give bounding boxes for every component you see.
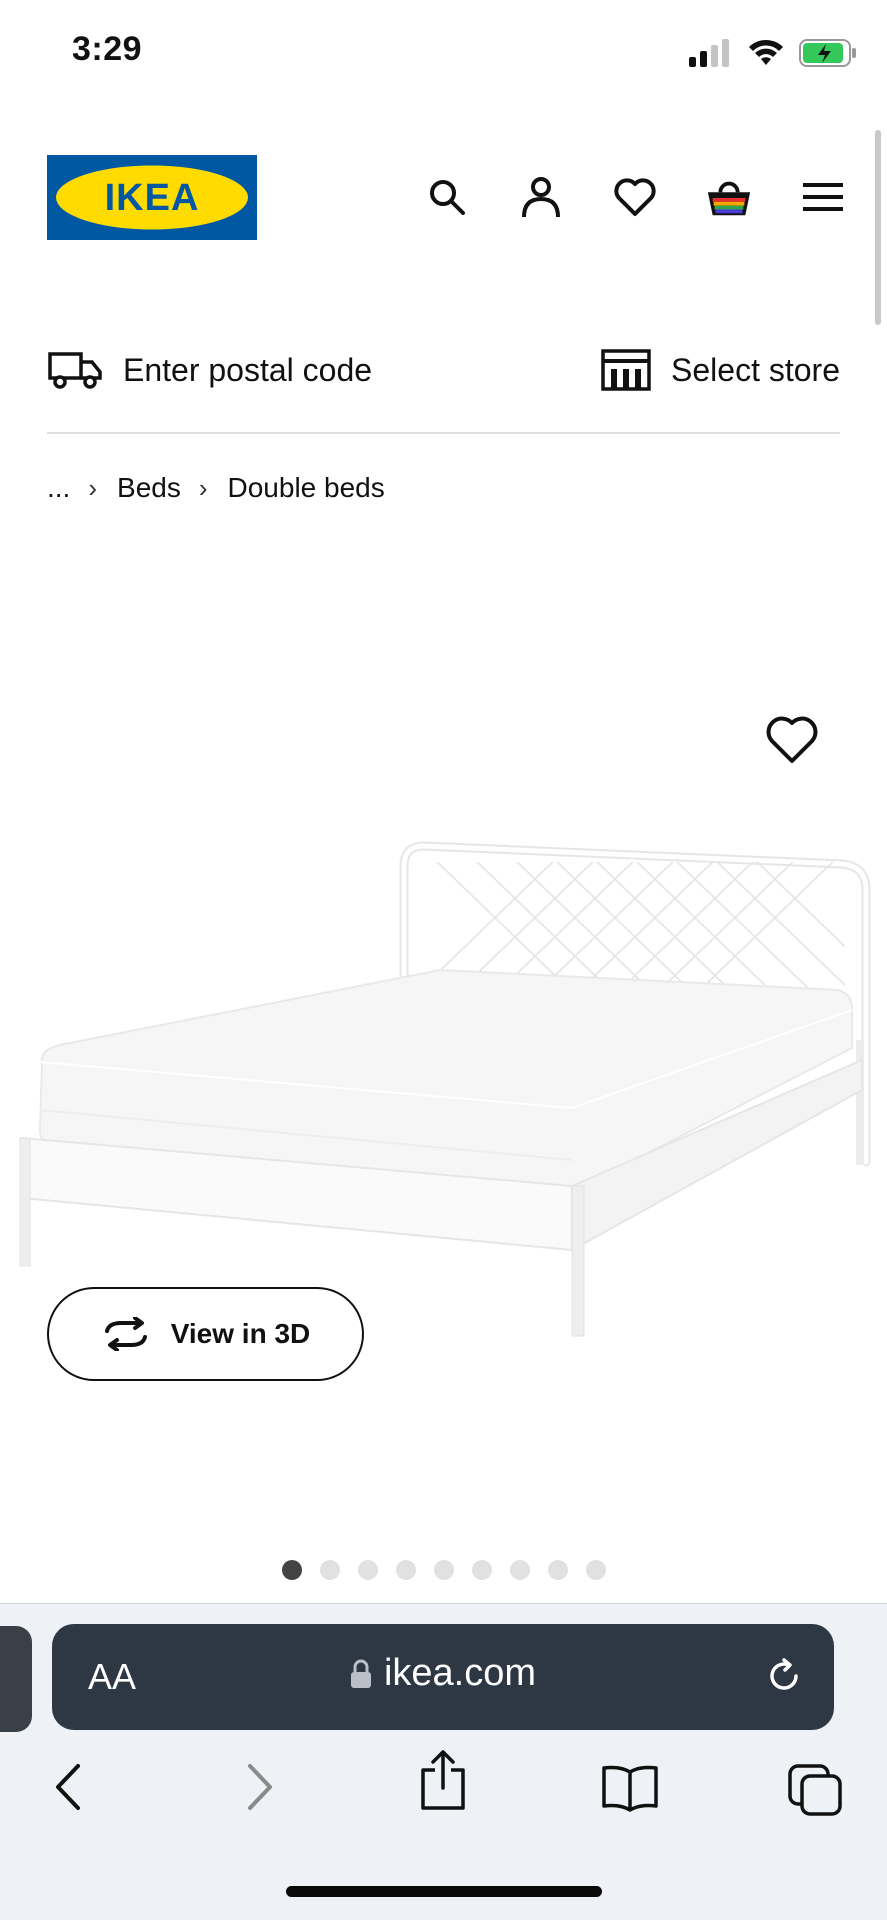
share-icon[interactable] [418,1750,468,1812]
reload-icon[interactable] [764,1656,804,1696]
url-text: ikea.com [383,1652,537,1694]
rotate-3d-icon [104,1317,147,1351]
home-indicator [286,1886,602,1897]
chevron-right-icon: › [88,472,98,503]
status-bar: 3:29 [0,0,887,110]
carousel-dot[interactable] [434,1560,454,1580]
previous-tab-peek[interactable] [0,1626,32,1732]
account-icon[interactable] [517,173,565,221]
back-icon[interactable] [52,1762,84,1812]
carousel-dot[interactable] [396,1560,416,1580]
address-bar[interactable]: AA ikea.com [52,1624,834,1730]
cellular-signal-icon [689,39,729,67]
delivery-row: Enter postal code Select store [47,340,840,400]
logo-text: IKEA [105,177,200,219]
breadcrumb-item-double-beds[interactable]: Double beds [228,472,385,504]
browser-toolbar [0,1750,887,1834]
view-in-3d-button[interactable]: View in 3D [47,1287,364,1381]
battery-icon [799,39,856,67]
carousel-dot[interactable] [282,1560,302,1580]
carousel-dots [282,1560,606,1580]
breadcrumb-item-beds[interactable]: Beds [117,472,181,504]
status-time: 3:29 [72,30,143,68]
header-actions [423,173,847,221]
chevron-right-icon: › [198,472,208,503]
browser-chrome: AA ikea.com [0,1603,887,1920]
status-icons [689,38,857,68]
view-in-3d-label: View in 3D [170,1318,311,1349]
carousel-dot[interactable] [510,1560,530,1580]
wifi-icon [749,39,783,65]
select-store-button[interactable]: Select store [601,349,840,391]
bed-product-image [19,841,871,1337]
carousel-dot[interactable] [586,1560,606,1580]
forward-icon[interactable] [244,1762,276,1812]
select-store-label: Select store [671,351,840,388]
favourite-heart-icon[interactable] [765,715,819,765]
carousel-dot[interactable] [472,1560,492,1580]
heart-icon[interactable] [611,173,659,221]
lock-icon [350,1659,371,1688]
carousel-dot[interactable] [320,1560,340,1580]
postal-code-label: Enter postal code [123,351,373,388]
bookmarks-icon[interactable] [600,1762,660,1812]
postal-code-button[interactable]: Enter postal code [47,350,372,390]
site-header: IKEA [0,155,887,240]
truck-icon [48,352,102,389]
tabs-icon[interactable] [786,1762,844,1818]
ikea-logo[interactable]: IKEA [47,155,257,240]
breadcrumb: ... › Beds › Double beds [47,472,385,504]
breadcrumb-ellipsis[interactable]: ... [47,472,70,504]
carousel-dot[interactable] [548,1560,568,1580]
carousel-dot[interactable] [358,1560,378,1580]
menu-icon[interactable] [799,173,847,221]
store-icon [601,349,651,391]
url-display[interactable]: ikea.com [52,1652,834,1695]
search-icon[interactable] [423,173,471,221]
divider [47,432,840,434]
basket-icon[interactable] [705,173,753,221]
